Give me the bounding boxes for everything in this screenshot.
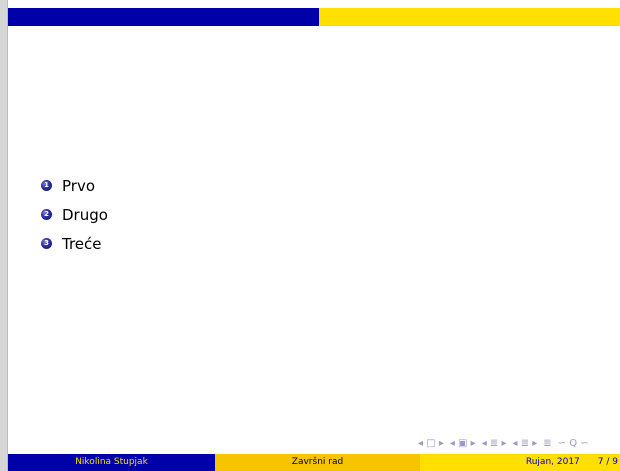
section-nav-icon[interactable]: ◂ ≣ ▸ — [482, 438, 507, 450]
section-next-nav-icon[interactable]: ◂ ≣ ▸ — [513, 438, 538, 450]
footer-date-page: Rujan, 2017 7 / 9 — [420, 454, 620, 471]
item-number-ball-icon: 1 — [41, 180, 52, 191]
item-number-ball-icon: 3 — [41, 238, 52, 249]
item-number-ball-icon: 2 — [41, 209, 52, 220]
header-bar-blue — [8, 8, 319, 26]
search-nav-icon[interactable]: ∽ Q ∽ — [558, 438, 589, 450]
footer-page-number: 7 / 9 — [597, 457, 618, 467]
list-item: 2 Drugo — [41, 200, 108, 229]
footer-title: Završni rad — [215, 454, 420, 471]
list-item: 3 Treće — [41, 229, 108, 258]
frame-nav-icon[interactable]: ◂ □ ▸ — [418, 438, 444, 450]
list-item-label: Prvo — [62, 176, 96, 195]
left-margin-edge — [7, 0, 8, 471]
header-bar — [8, 8, 620, 26]
footer-date: Rujan, 2017 — [525, 457, 580, 467]
subsection-nav-icon[interactable]: ◂ ▣ ▸ — [450, 438, 476, 450]
footer-bar: Nikolina Stupjak Završni rad Rujan, 2017… — [8, 454, 620, 471]
align-nav-icon[interactable]: ≣ — [543, 438, 551, 450]
list-item: 1 Prvo — [41, 171, 108, 200]
enumerated-list: 1 Prvo 2 Drugo 3 Treće — [41, 171, 108, 258]
footer-author: Nikolina Stupjak — [8, 454, 215, 471]
list-item-label: Drugo — [62, 205, 108, 224]
list-item-label: Treće — [62, 234, 102, 253]
beamer-navigation: ◂ □ ▸ ◂ ▣ ▸ ◂ ≣ ▸ ◂ ≣ ▸ ≣ ∽ Q ∽ — [418, 438, 620, 450]
header-bar-yellow — [319, 8, 620, 26]
